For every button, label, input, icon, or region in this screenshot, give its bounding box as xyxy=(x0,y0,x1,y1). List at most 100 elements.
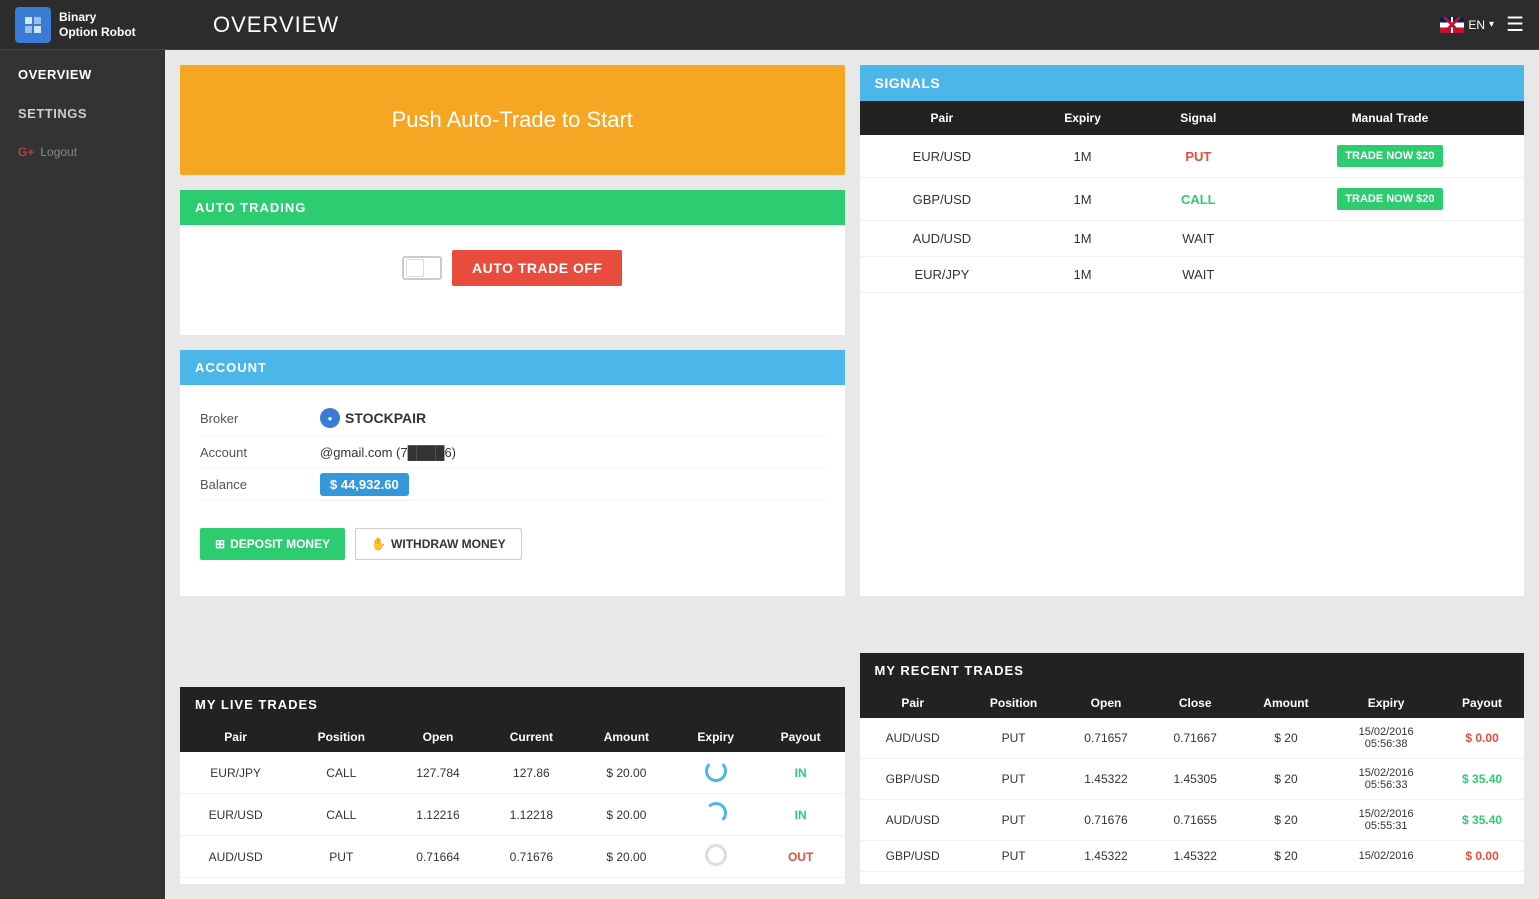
rt-open: 0.71676 xyxy=(1061,800,1150,841)
recent-trades-scroll[interactable]: Pair Position Open Close Amount Expiry P… xyxy=(860,688,1525,872)
lt-position: PUT xyxy=(291,836,391,878)
rt-pair: GBP/USD xyxy=(860,841,966,872)
language-code: EN xyxy=(1468,18,1485,32)
lt-pair: EUR/USD xyxy=(180,794,291,836)
signal-expiry: 1M xyxy=(1024,257,1141,293)
lt-expiry xyxy=(675,752,757,794)
recent-trades-header: MY RECENT TRADES xyxy=(860,653,1525,688)
rt-col-payout: Payout xyxy=(1440,688,1524,718)
signal-pair: EUR/USD xyxy=(860,135,1025,178)
rt-open: 1.45322 xyxy=(1061,841,1150,872)
signals-row: GBP/USD1MCALLTRADE NOW $20 xyxy=(860,178,1525,221)
signals-col-pair: Pair xyxy=(860,101,1025,135)
withdraw-button[interactable]: ✋ WITHDRAW MONEY xyxy=(355,528,522,560)
rt-open: 1.45322 xyxy=(1061,759,1150,800)
rt-close: 0.71655 xyxy=(1151,800,1240,841)
balance-badge: $ 44,932.60 xyxy=(320,473,409,496)
lt-col-expiry: Expiry xyxy=(675,722,757,752)
rt-pair: AUD/USD xyxy=(860,800,966,841)
loading-spinner xyxy=(705,760,727,782)
lt-current: 127.86 xyxy=(485,752,578,794)
auto-trading-header: AUTO TRADING xyxy=(180,190,845,225)
signals-col-expiry: Expiry xyxy=(1024,101,1141,135)
language-selector[interactable]: EN ▾ xyxy=(1440,17,1494,33)
loading-spinner xyxy=(705,802,727,824)
rt-payout: $ 35.40 xyxy=(1440,800,1524,841)
lt-amount: $ 20.00 xyxy=(578,836,675,878)
signals-header: SIGNALS xyxy=(860,65,1525,101)
signal-type: PUT xyxy=(1141,135,1256,178)
main-container: OVERVIEW SETTINGS G+ Logout Push Auto-Tr… xyxy=(0,50,1539,899)
auto-trade-off-button[interactable]: AUTO TRADE OFF xyxy=(452,250,622,286)
signal-manual-trade xyxy=(1256,221,1524,257)
push-autotrade-banner[interactable]: Push Auto-Trade to Start xyxy=(180,65,845,175)
rt-amount: $ 20 xyxy=(1240,718,1332,759)
signal-type: WAIT xyxy=(1141,257,1256,293)
lt-position: CALL xyxy=(291,752,391,794)
rt-payout: $ 35.40 xyxy=(1440,759,1524,800)
auto-trade-toggle-switch[interactable] xyxy=(402,256,442,280)
lt-payout: OUT xyxy=(757,836,845,878)
rt-position: PUT xyxy=(966,759,1062,800)
lt-payout: IN xyxy=(757,752,845,794)
rt-close: 0.71667 xyxy=(1151,718,1240,759)
signal-manual-trade[interactable]: TRADE NOW $20 xyxy=(1256,178,1524,221)
account-email: @gmail.com (7████6) xyxy=(320,445,825,460)
balance-value: $ 44,932.60 xyxy=(320,477,825,492)
bottom-section: MY LIVE TRADES Pair Position Open Curren… xyxy=(180,611,1524,884)
sidebar: OVERVIEW SETTINGS G+ Logout xyxy=(0,50,165,899)
lt-payout: IN xyxy=(757,794,845,836)
toggle-knob xyxy=(406,259,424,277)
lt-col-payout: Payout xyxy=(757,722,845,752)
header-right: EN ▾ ☰ xyxy=(1440,12,1524,37)
lt-pair: EUR/JPY xyxy=(180,752,291,794)
rt-expiry: 15/02/2016 xyxy=(1332,841,1440,872)
logo-area: Binary Option Robot xyxy=(15,7,193,43)
rt-col-expiry: Expiry xyxy=(1332,688,1440,718)
lt-col-open: Open xyxy=(391,722,484,752)
rt-position: PUT xyxy=(966,800,1062,841)
lt-col-amount: Amount xyxy=(578,722,675,752)
sidebar-item-overview[interactable]: OVERVIEW xyxy=(0,55,165,94)
lt-open: 0.71664 xyxy=(391,836,484,878)
balance-label: Balance xyxy=(200,477,320,492)
broker-value: ● STOCKPAIR xyxy=(320,408,825,428)
recent-trade-row: GBP/USDPUT1.453221.45322$ 2015/02/2016$ … xyxy=(860,841,1525,872)
signals-card: SIGNALS Pair Expiry Signal Manual Trade … xyxy=(860,65,1525,596)
google-icon: G+ xyxy=(18,145,34,159)
trade-now-button[interactable]: TRADE NOW $20 xyxy=(1337,145,1442,167)
lt-amount: $ 20.00 xyxy=(578,752,675,794)
rt-amount: $ 20 xyxy=(1240,841,1332,872)
logout-button[interactable]: G+ Logout xyxy=(0,133,165,171)
rt-close: 1.45305 xyxy=(1151,759,1240,800)
hamburger-menu-icon[interactable]: ☰ xyxy=(1506,12,1524,37)
lt-current: 1.12218 xyxy=(485,794,578,836)
lt-expiry xyxy=(675,836,757,878)
signals-col-signal: Signal xyxy=(1141,101,1256,135)
balance-row: Balance $ 44,932.60 xyxy=(200,469,825,501)
signals-col-manual: Manual Trade xyxy=(1256,101,1524,135)
account-actions: ⊞ DEPOSIT MONEY ✋ WITHDRAW MONEY xyxy=(180,516,845,572)
rt-open: 0.71657 xyxy=(1061,718,1150,759)
signals-row: AUD/USD1MWAIT xyxy=(860,221,1525,257)
recent-trade-row: GBP/USDPUT1.453221.45305$ 2015/02/201605… xyxy=(860,759,1525,800)
live-trades-card: MY LIVE TRADES Pair Position Open Curren… xyxy=(180,687,845,884)
recent-trades-card: MY RECENT TRADES Pair Position Open Clos… xyxy=(860,653,1525,884)
signals-tbody: EUR/USD1MPUTTRADE NOW $20GBP/USD1MCALLTR… xyxy=(860,135,1525,293)
deposit-button[interactable]: ⊞ DEPOSIT MONEY xyxy=(200,528,345,560)
rt-pair: GBP/USD xyxy=(860,759,966,800)
recent-trade-row: AUD/USDPUT0.716570.71667$ 2015/02/201605… xyxy=(860,718,1525,759)
lt-open: 1.12216 xyxy=(391,794,484,836)
rt-amount: $ 20 xyxy=(1240,759,1332,800)
chevron-down-icon: ▾ xyxy=(1489,19,1494,30)
live-trade-row: EUR/JPYCALL127.784127.86$ 20.00IN xyxy=(180,752,845,794)
sidebar-item-settings[interactable]: SETTINGS xyxy=(0,94,165,133)
lt-col-current: Current xyxy=(485,722,578,752)
trade-now-button[interactable]: TRADE NOW $20 xyxy=(1337,188,1442,210)
signal-manual-trade[interactable]: TRADE NOW $20 xyxy=(1256,135,1524,178)
lt-pair: AUD/USD xyxy=(180,836,291,878)
account-row: Account @gmail.com (7████6) xyxy=(200,437,825,469)
auto-trading-body: AUTO TRADE OFF xyxy=(180,225,845,311)
rt-payout: $ 0.00 xyxy=(1440,718,1524,759)
broker-icon: ● xyxy=(320,408,340,428)
